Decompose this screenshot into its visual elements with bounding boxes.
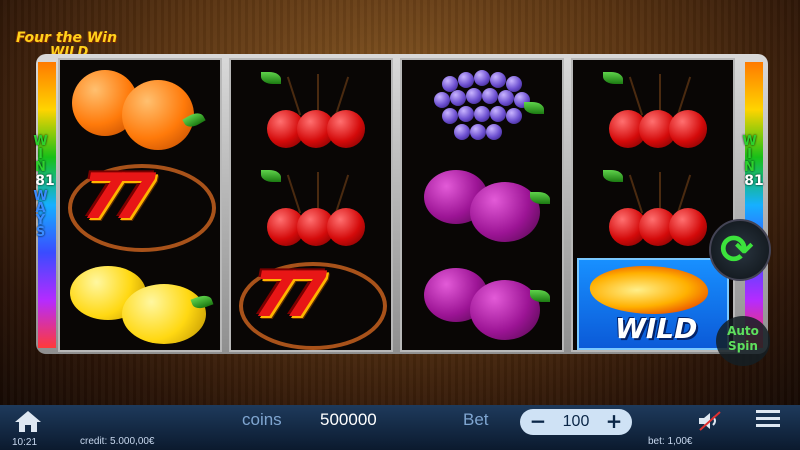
clock: 10:21 [12,437,38,448]
symbol-lemon [60,256,220,353]
symbol-cherry [573,60,733,157]
symbol-plum [402,158,562,255]
auto-spin-label: Auto Spin [727,324,759,353]
coins-label: coins [242,410,282,429]
speaker-muted-icon [699,411,721,431]
coins-value: 500000 [320,410,377,429]
bet-value: 100 [562,413,590,430]
ways-count: 81 [35,173,55,189]
logo-title: Four the Win [16,30,118,46]
sound-toggle[interactable] [696,409,724,433]
menu-icon [756,410,780,413]
symbol-cherry [573,158,733,255]
reel-4: WILD [571,58,735,352]
bet-stepper: − 100 + [520,409,632,435]
reel-2: 77 [229,58,393,352]
symbol-cherry [231,158,391,255]
ways-label: WAYS [33,189,48,237]
symbol-seven: 77 [60,158,220,255]
symbol-plum [402,256,562,353]
right-ways-strip [745,62,763,348]
home-button[interactable] [12,409,44,433]
spin-button[interactable]: ⟳ [709,219,771,281]
win-label-right: WIN [742,134,757,173]
symbol-wild: WILD [573,256,733,353]
bet-increase-button[interactable]: + [602,409,626,435]
menu-button[interactable] [756,406,780,431]
credit-display: credit: 5.000,00€ [80,436,155,447]
bet-amount-display: bet: 1,00€ [648,436,693,447]
home-icon [15,411,41,432]
win-label: WIN [33,134,48,173]
symbol-orange [60,60,220,157]
bet-label: Bet [463,410,489,429]
symbol-seven: 77 [231,256,391,353]
wild-tile: WILD [577,258,729,350]
refresh-arrows-icon: ⟳ [720,227,754,273]
reel-3 [400,58,564,352]
symbol-grapes [402,60,562,157]
symbol-cherry [231,60,391,157]
right-ways-indicator: WIN 81 [741,134,767,189]
left-ways-indicator: WIN 81 WAYS [32,134,58,237]
wild-label: WILD [615,312,698,345]
auto-spin-button[interactable]: Auto Spin [716,316,770,366]
bet-decrease-button[interactable]: − [526,409,550,435]
reel-1: 77 [58,58,222,352]
ways-count-right: 81 [744,173,764,189]
